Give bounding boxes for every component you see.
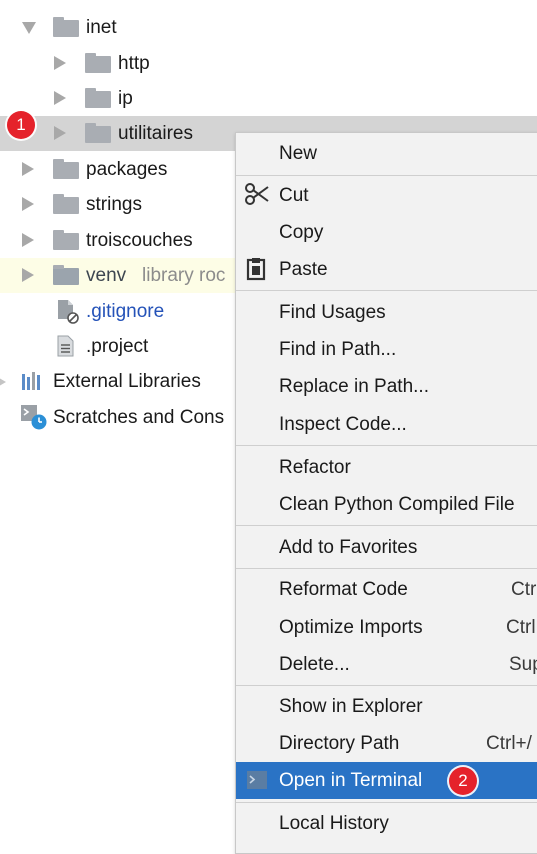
menu-item-label: Open in Terminal [279,769,423,791]
folder-icon [85,123,111,143]
scissors-icon [244,181,270,213]
menu-item-shortcut: Sup [509,653,537,675]
menu-separator [236,445,537,446]
menu-separator [236,568,537,569]
menu-item-copy[interactable]: Copy [236,214,537,251]
menu-item-local-history[interactable]: Local History [236,805,537,842]
menu-item-label: Find in Path... [279,338,397,360]
menu-item-label: Directory Path [279,732,400,754]
menu-separator [236,802,537,803]
menu-item-shortcut: Ctrl [506,616,536,638]
menu-item-label: Show in Explorer [279,695,423,717]
folder-icon [53,230,79,250]
collapsed-arrow-icon[interactable] [54,126,66,140]
tree-item-http[interactable]: http [0,46,537,81]
menu-item-show-in-explorer[interactable]: Show in Explorer [236,688,537,725]
menu-item-label: Copy [279,221,324,243]
menu-item-label: Replace in Path... [279,375,429,397]
menu-item-directory-path[interactable]: Directory Path Ctrl+/ [236,725,537,762]
menu-item-label: Reformat Code [279,578,408,600]
menu-item-label: Delete... [279,653,350,675]
collapsed-arrow-icon[interactable] [22,197,34,211]
folder-icon [53,159,79,179]
menu-item-clean-python-compiled[interactable]: Clean Python Compiled File [236,486,537,523]
menu-item-open-in-terminal[interactable]: Open in Terminal [236,762,537,799]
menu-item-label: Refactor [279,456,351,478]
library-root-note: library roc [142,264,226,286]
menu-item-label: Add to Favorites [279,536,418,558]
collapsed-arrow-icon[interactable] [22,162,34,176]
menu-item-delete[interactable]: Delete... Sup [236,646,537,683]
tree-item-label: .project [86,335,149,357]
tree-item-label: .gitignore [86,300,165,322]
library-icon [21,372,45,398]
tree-item-label: http [118,52,150,74]
menu-item-inspect-code[interactable]: Inspect Code... [236,406,537,443]
clipboard-icon [246,257,268,287]
menu-separator [236,525,537,526]
menu-item-add-to-favorites[interactable]: Add to Favorites [236,529,537,566]
step-badge-1: 1 [7,111,35,139]
ignored-file-icon [56,299,80,331]
terminal-icon [247,771,267,795]
menu-item-reformat-code[interactable]: Reformat Code Ctr [236,571,537,608]
tree-item-label: External Libraries [53,370,201,392]
context-menu: New Cut Copy Paste Find Usages Find in P… [235,132,537,854]
tree-item-label: utilitaires [118,122,193,144]
step-badge-2: 2 [449,767,477,795]
tree-item-label: Scratches and Cons [53,406,225,428]
folder-icon [53,194,79,214]
menu-item-new[interactable]: New [236,135,537,172]
collapsed-arrow-icon[interactable] [0,375,6,389]
tree-item-label: troiscouches [86,229,193,251]
menu-item-label: Inspect Code... [279,413,407,435]
expanded-arrow-icon[interactable] [22,22,36,34]
menu-item-label: Find Usages [279,301,386,323]
folder-icon [85,88,111,108]
text-file-icon [57,335,75,363]
menu-item-optimize-imports[interactable]: Optimize Imports Ctrl [236,609,537,646]
folder-icon [53,17,79,37]
menu-item-label: Local History [279,812,389,834]
menu-item-paste[interactable]: Paste [236,251,537,288]
menu-separator [236,290,537,291]
menu-item-find-usages[interactable]: Find Usages [236,294,537,331]
menu-item-label: New [279,142,318,164]
collapsed-arrow-icon[interactable] [22,233,34,247]
menu-item-refactor[interactable]: Refactor [236,449,537,486]
menu-separator [236,685,537,686]
menu-separator [236,175,537,176]
menu-item-replace-in-path[interactable]: Replace in Path... [236,368,537,405]
collapsed-arrow-icon[interactable] [22,268,34,282]
tree-item-label: inet [86,16,117,38]
collapsed-arrow-icon[interactable] [54,91,66,105]
menu-item-label: Cut [279,184,309,206]
menu-item-shortcut: Ctr [511,578,537,600]
folder-icon [85,53,111,73]
menu-item-shortcut: Ctrl+/ [486,732,532,754]
library-folder-icon [53,265,79,285]
menu-item-label: Clean Python Compiled File [279,493,515,515]
tree-item-inet[interactable]: inet [0,10,537,45]
menu-item-label: Paste [279,258,328,280]
menu-item-label: Optimize Imports [279,616,423,638]
tree-item-label: strings [86,193,142,215]
tree-item-ip[interactable]: ip [0,81,537,116]
tree-item-label: ip [118,87,133,109]
tree-item-label: venv [86,264,127,286]
scratches-icon [19,403,49,437]
tree-item-label: packages [86,158,168,180]
collapsed-arrow-icon[interactable] [54,56,66,70]
menu-item-find-in-path[interactable]: Find in Path... [236,331,537,368]
menu-item-cut[interactable]: Cut [236,177,537,214]
